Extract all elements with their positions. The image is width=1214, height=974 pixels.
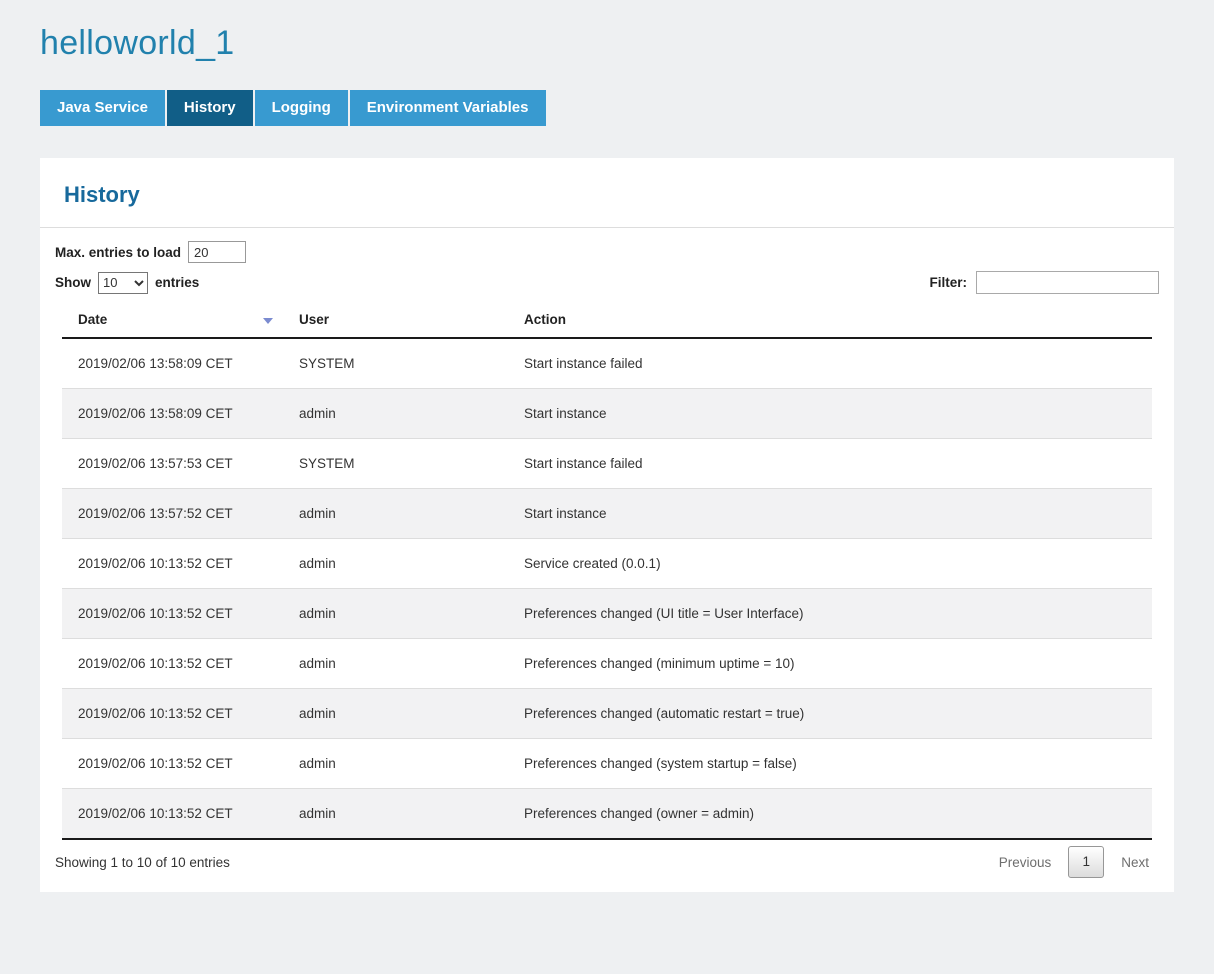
cell-date: 2019/02/06 13:58:09 CET: [62, 338, 283, 389]
max-entries-input[interactable]: [188, 241, 246, 263]
sort-desc-icon: [263, 318, 273, 324]
pagination: Previous 1 Next: [997, 846, 1159, 878]
cell-user: admin: [283, 689, 508, 739]
table-header-row: Date User Action: [62, 300, 1152, 338]
cell-date: 2019/02/06 10:13:52 CET: [62, 539, 283, 589]
table-controls: Max. entries to load Show 10 entries Fil…: [40, 228, 1174, 294]
table-row: 2019/02/06 13:58:09 CET admin Start inst…: [62, 389, 1152, 439]
current-page-button[interactable]: 1: [1068, 846, 1104, 878]
cell-user: admin: [283, 589, 508, 639]
page-length-select[interactable]: 10: [98, 272, 148, 294]
table-row: 2019/02/06 10:13:52 CET admin Preference…: [62, 789, 1152, 840]
cell-action: Preferences changed (automatic restart =…: [508, 689, 1152, 739]
history-table: Date User Action 2019/02/06 13:58:09 CET…: [62, 300, 1152, 840]
filter-input[interactable]: [976, 271, 1159, 294]
cell-date: 2019/02/06 10:13:52 CET: [62, 589, 283, 639]
table-row: 2019/02/06 10:13:52 CET admin Preference…: [62, 589, 1152, 639]
entries-label: entries: [155, 275, 199, 290]
cell-user: admin: [283, 789, 508, 840]
column-header-action[interactable]: Action: [508, 300, 1152, 338]
column-header-date-label: Date: [78, 312, 107, 327]
cell-action: Start instance: [508, 389, 1152, 439]
cell-action: Start instance: [508, 489, 1152, 539]
cell-user: admin: [283, 389, 508, 439]
cell-date: 2019/02/06 10:13:52 CET: [62, 639, 283, 689]
cell-action: Preferences changed (system startup = fa…: [508, 739, 1152, 789]
tab-java-service[interactable]: Java Service: [40, 90, 165, 126]
filter-label: Filter:: [929, 275, 967, 290]
history-panel: History Max. entries to load Show 10 ent…: [40, 158, 1174, 892]
cell-action: Preferences changed (minimum uptime = 10…: [508, 639, 1152, 689]
table-row: 2019/02/06 13:57:53 CET SYSTEM Start ins…: [62, 439, 1152, 489]
cell-date: 2019/02/06 13:57:52 CET: [62, 489, 283, 539]
table-row: 2019/02/06 13:58:09 CET SYSTEM Start ins…: [62, 338, 1152, 389]
page-title: helloworld_1: [40, 24, 1174, 63]
tab-logging[interactable]: Logging: [255, 90, 348, 126]
cell-date: 2019/02/06 10:13:52 CET: [62, 789, 283, 840]
table-row: 2019/02/06 10:13:52 CET admin Preference…: [62, 739, 1152, 789]
cell-action: Preferences changed (owner = admin): [508, 789, 1152, 840]
column-header-action-label: Action: [524, 312, 566, 327]
history-table-body: 2019/02/06 13:58:09 CET SYSTEM Start ins…: [62, 338, 1152, 839]
tab-history[interactable]: History: [167, 90, 253, 126]
cell-action: Service created (0.0.1): [508, 539, 1152, 589]
cell-action: Start instance failed: [508, 439, 1152, 489]
cell-user: SYSTEM: [283, 439, 508, 489]
next-page-button[interactable]: Next: [1119, 849, 1151, 876]
max-entries-label: Max. entries to load: [55, 245, 181, 260]
column-header-user[interactable]: User: [283, 300, 508, 338]
cell-date: 2019/02/06 13:57:53 CET: [62, 439, 283, 489]
cell-user: admin: [283, 539, 508, 589]
cell-action: Preferences changed (UI title = User Int…: [508, 589, 1152, 639]
cell-date: 2019/02/06 10:13:52 CET: [62, 739, 283, 789]
table-row: 2019/02/06 10:13:52 CET admin Preference…: [62, 689, 1152, 739]
tab-bar: Java Service History Logging Environment…: [40, 90, 1174, 126]
previous-page-button[interactable]: Previous: [997, 849, 1054, 876]
show-label: Show: [55, 275, 91, 290]
table-info: Showing 1 to 10 of 10 entries: [55, 855, 230, 870]
cell-date: 2019/02/06 13:58:09 CET: [62, 389, 283, 439]
cell-user: SYSTEM: [283, 338, 508, 389]
cell-user: admin: [283, 489, 508, 539]
cell-action: Start instance failed: [508, 338, 1152, 389]
cell-user: admin: [283, 639, 508, 689]
table-row: 2019/02/06 10:13:52 CET admin Preference…: [62, 639, 1152, 689]
table-footer: Showing 1 to 10 of 10 entries Previous 1…: [40, 840, 1174, 892]
table-row: 2019/02/06 10:13:52 CET admin Service cr…: [62, 539, 1152, 589]
tab-environment-variables[interactable]: Environment Variables: [350, 90, 546, 126]
cell-user: admin: [283, 739, 508, 789]
table-row: 2019/02/06 13:57:52 CET admin Start inst…: [62, 489, 1152, 539]
cell-date: 2019/02/06 10:13:52 CET: [62, 689, 283, 739]
column-header-date[interactable]: Date: [62, 300, 283, 338]
panel-heading: History: [40, 158, 1174, 228]
column-header-user-label: User: [299, 312, 329, 327]
